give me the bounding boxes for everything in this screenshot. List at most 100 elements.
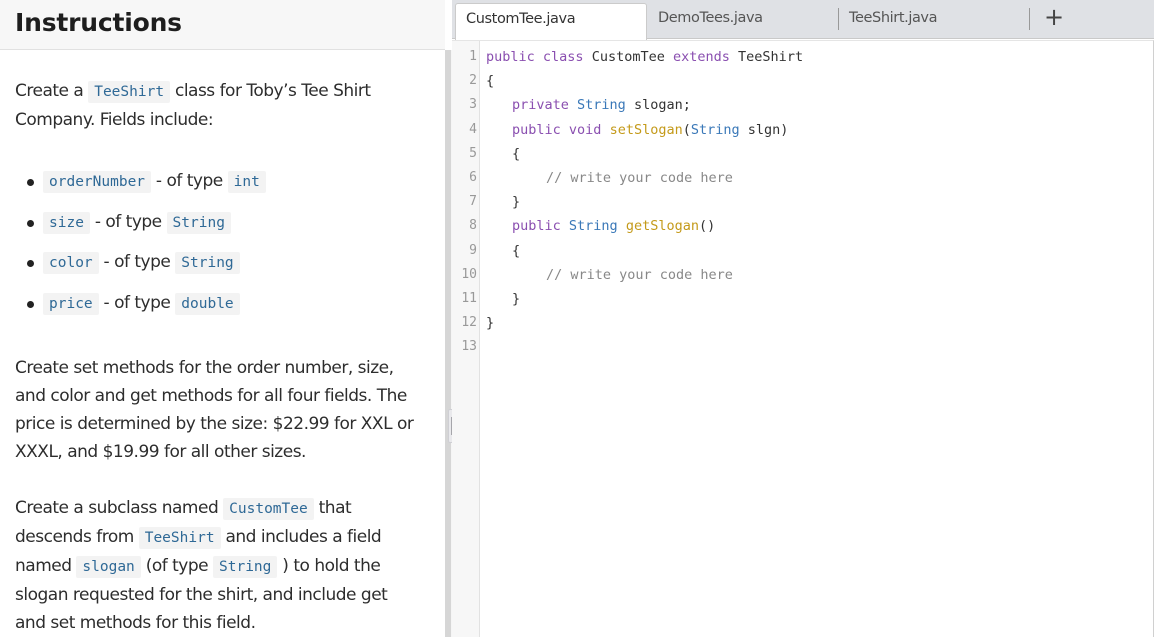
token: slgn)	[747, 121, 789, 138]
file-tabs: CustomTee.java DemoTees.java TeeShirt.ja…	[452, 0, 1154, 40]
token: }	[512, 290, 521, 307]
code-line: 12}	[452, 311, 1152, 335]
line-number: 9	[469, 242, 477, 258]
token: TeeShirt	[738, 49, 804, 65]
comment: // write your code here	[546, 169, 733, 186]
token: void	[568, 121, 602, 138]
code-line: 13	[452, 335, 1152, 359]
token: public	[512, 121, 561, 138]
text: Create a	[15, 81, 89, 101]
token: CustomTee	[591, 49, 665, 65]
text: that	[313, 497, 352, 518]
token: setSlogan	[609, 121, 683, 138]
token: String	[690, 121, 740, 138]
bullet-icon	[27, 179, 34, 186]
field-type: String	[175, 252, 240, 275]
field-name: color	[43, 252, 99, 275]
line-number: 1	[469, 49, 477, 64]
token: }	[512, 194, 521, 211]
text: and color and get methods for all four f…	[15, 385, 407, 406]
code-line: 10 // write your code here	[452, 263, 1152, 287]
line-number: 6	[469, 169, 477, 185]
field-type: int	[227, 171, 266, 193]
text: Create set methods for the order number,…	[15, 357, 394, 378]
comment: // write your code here	[546, 266, 733, 283]
methods-paragraph: Create set methods for the order number,…	[15, 354, 425, 466]
token: private	[512, 97, 569, 114]
code-line: 8 public String getSlogan()	[452, 214, 1152, 238]
code-line: 3 private String slogan;	[452, 93, 1152, 117]
line-number: 5	[469, 145, 477, 161]
instructions-title: Instructions	[15, 8, 182, 37]
token: class	[542, 49, 584, 65]
bullet-icon	[27, 219, 34, 227]
line-number: 7	[469, 194, 477, 210]
list-item: size - of type String	[15, 205, 425, 246]
code-line: 7}	[452, 190, 1152, 214]
tab-customtee-java[interactable]: CustomTee.java	[455, 3, 647, 40]
token: (	[682, 121, 691, 138]
line-number: 11	[461, 290, 477, 306]
line-number: 4	[469, 121, 477, 137]
tab-separator	[1029, 8, 1030, 30]
text: and set methods for this field.	[15, 612, 256, 633]
code-line: 4 public void setSlogan(String slgn)	[452, 118, 1152, 142]
line-number: 13	[461, 339, 477, 355]
token: String	[577, 97, 626, 114]
bullet-icon	[27, 301, 34, 309]
pane-divider[interactable]	[445, 50, 452, 637]
text: price is determined by the size: $22.99 …	[15, 413, 414, 434]
token: String	[568, 218, 618, 235]
inline-code: TeeShirt	[88, 81, 171, 103]
text: (of type	[140, 555, 214, 576]
text: ) to hold the	[277, 555, 381, 576]
text: - of type	[98, 252, 176, 273]
field-type: String	[166, 211, 231, 234]
tab-teeshirt-java[interactable]: TeeShirt.java	[839, 3, 1029, 39]
token: }	[486, 315, 495, 332]
text: Create a subclass named	[15, 497, 224, 518]
tab-demotees-java[interactable]: DemoTees.java	[648, 3, 838, 39]
code-editor[interactable]: 1 public class CustomTee extends TeeShirt…	[452, 40, 1154, 637]
inline-code: String	[213, 555, 278, 578]
token: {	[512, 145, 521, 162]
code-line: 1 public class CustomTee extends TeeShirt	[452, 45, 1152, 69]
line-number: 3	[469, 97, 477, 113]
token: getSlogan	[625, 218, 699, 235]
bullet-icon	[27, 260, 34, 268]
inline-code: slogan	[76, 555, 141, 578]
text: class for Toby’s Tee Shirt	[170, 81, 371, 101]
instructions-header: Instructions	[0, 0, 445, 50]
list-item: color - of type String	[15, 245, 425, 286]
text: - of type	[151, 171, 228, 191]
inline-code: CustomTee	[223, 497, 314, 520]
token: slogan;	[633, 97, 691, 114]
text: and includes a field	[220, 526, 382, 547]
code-line: 6 // write your code here	[452, 166, 1152, 190]
token: extends	[673, 49, 730, 65]
code-line: 11}	[452, 287, 1152, 311]
token: ()	[699, 218, 716, 235]
line-number: 12	[461, 315, 477, 331]
field-name: price	[43, 293, 99, 316]
text: descends from	[15, 526, 139, 547]
list-item: price - of type double	[15, 286, 425, 327]
fields-list: orderNumber - of type int size - of type…	[15, 164, 425, 327]
token: {	[486, 73, 495, 90]
token: {	[512, 242, 521, 259]
line-number: 10	[461, 266, 477, 282]
line-number: 2	[469, 73, 477, 89]
token: public	[486, 49, 535, 65]
add-tab-icon[interactable]: +	[1042, 2, 1066, 32]
instructions-body: Create a TeeShirt class for Toby’s Tee S…	[0, 50, 445, 637]
line-number: 8	[469, 218, 477, 234]
code-line: 5{	[452, 142, 1152, 166]
editor-pane: CustomTee.java DemoTees.java TeeShirt.ja…	[452, 0, 1154, 637]
subclass-paragraph: Create a subclass named CustomTee that d…	[15, 494, 425, 637]
field-name: size	[43, 211, 90, 234]
token: public	[512, 218, 561, 235]
text: - of type	[98, 293, 176, 314]
text: named	[15, 555, 77, 576]
field-type: double	[175, 293, 240, 316]
code-line: 9{	[452, 239, 1152, 263]
